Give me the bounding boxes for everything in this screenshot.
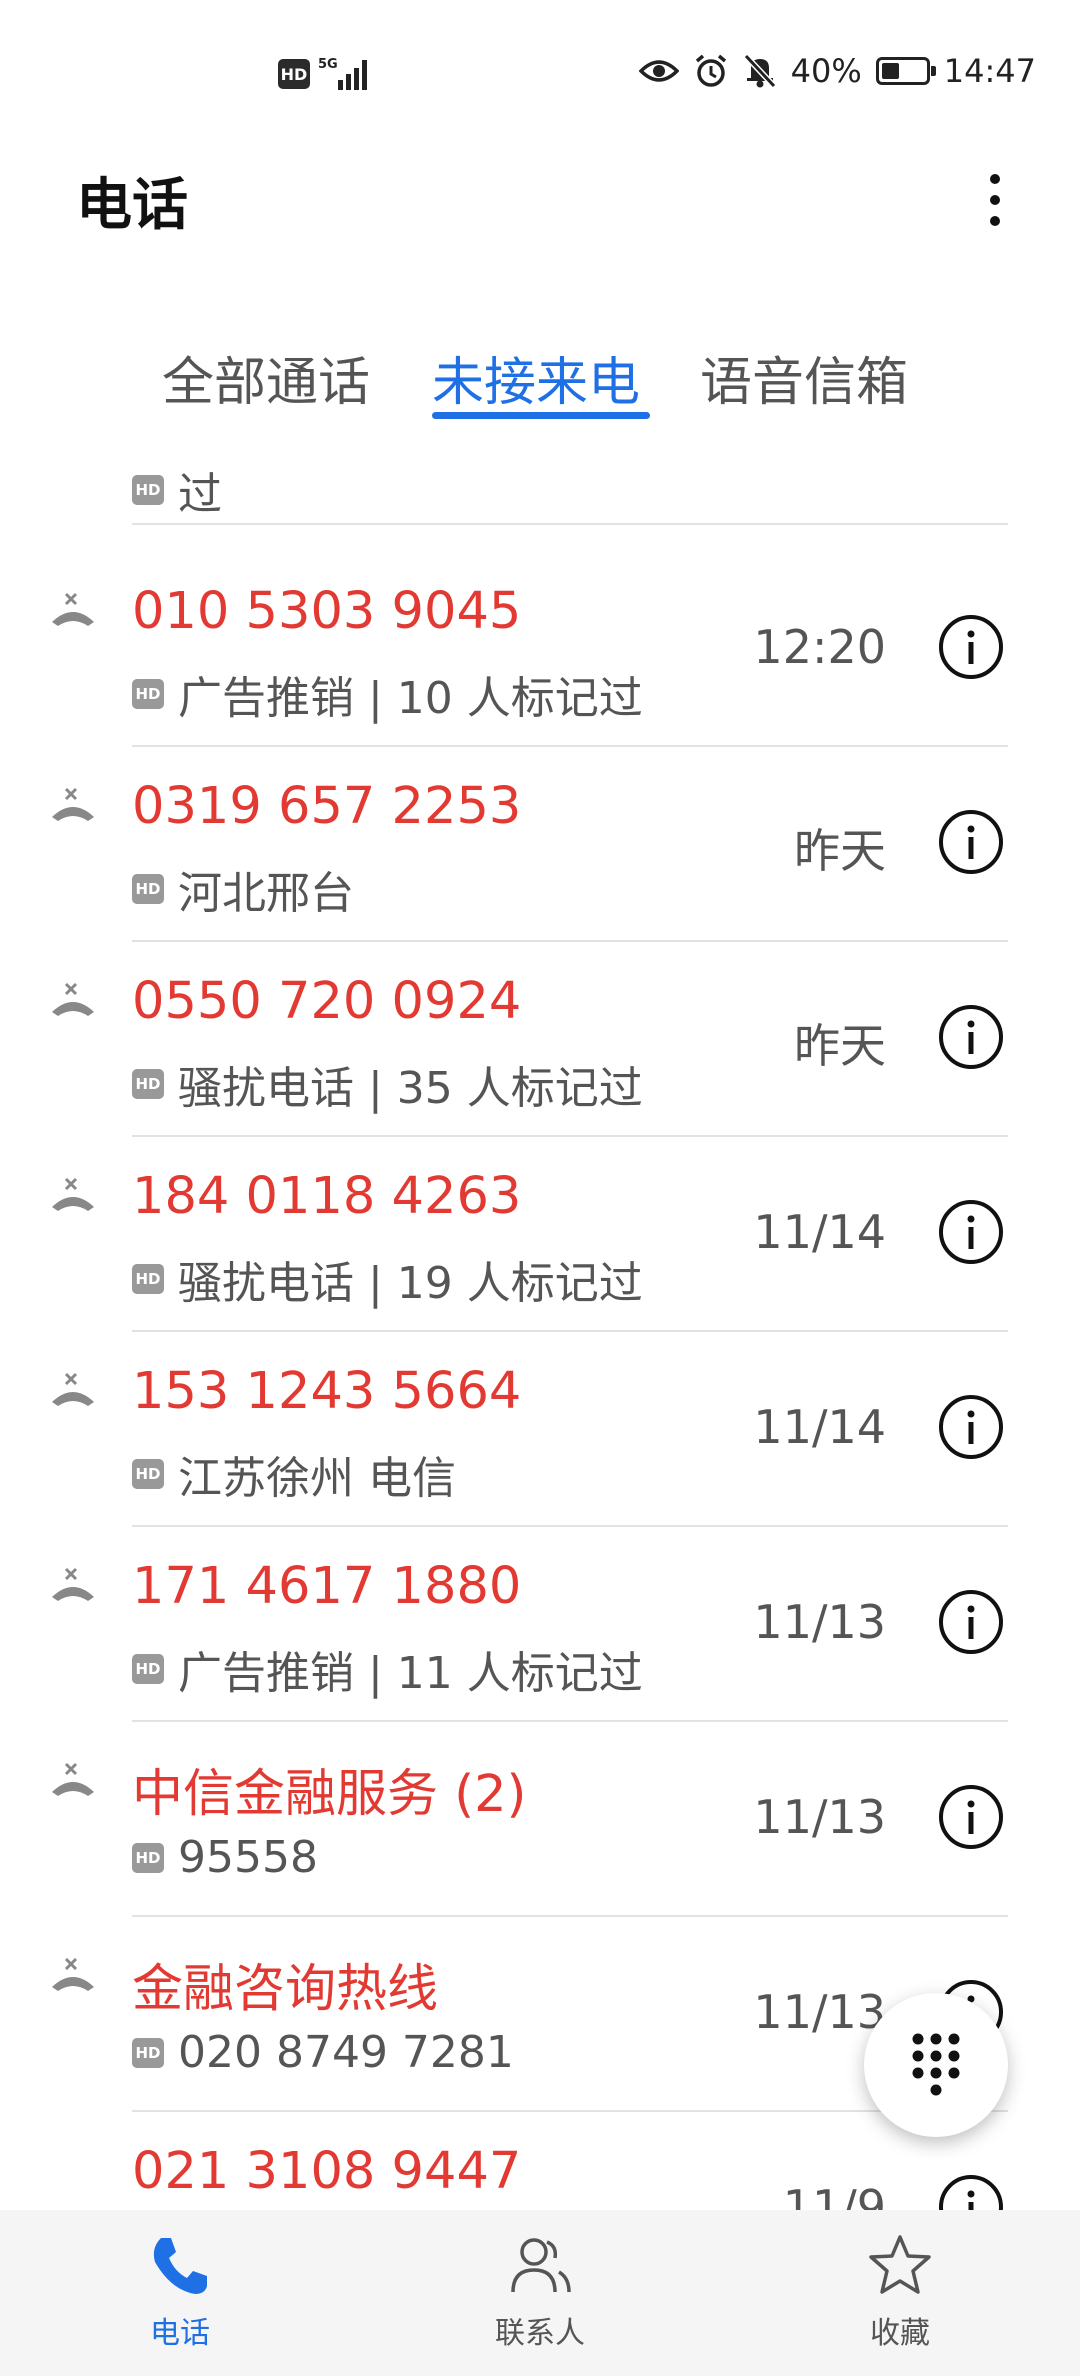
contacts-icon (511, 2238, 571, 2293)
signal-5g-icon: 5G (318, 57, 367, 90)
status-bar: HD 5G 40% 14:47 (0, 0, 1080, 150)
missed-call-icon (52, 787, 94, 821)
nav-contacts[interactable]: 联系人 (440, 2232, 640, 2362)
hd-badge-icon: HD (132, 1842, 164, 1873)
missed-calls-list: HD 过 010 5303 9045 HD 广告推销 | 10 人标记过 12:… (0, 430, 1080, 2210)
hd-badge-icon: HD (132, 1654, 164, 1684)
call-subtitle: HD 江苏徐州 电信 (132, 1442, 456, 1506)
call-time: 11/13 (753, 1790, 886, 1844)
caller-name: 金融咨询热线 (132, 1960, 439, 2019)
missed-call-icon (52, 592, 94, 626)
call-row[interactable]: 0319 657 2253 HD 河北邢台 昨天 (0, 747, 1080, 942)
missed-call-icon (52, 982, 94, 1016)
call-subtitle: HD 河北邢台 (132, 857, 354, 921)
info-icon[interactable] (938, 1394, 1004, 1460)
caller-name: 010 5303 9045 (132, 582, 522, 641)
caller-name: 0550 720 0924 (132, 972, 522, 1031)
tab-missed-calls[interactable]: 未接来电 (432, 340, 640, 415)
caller-name: 中信金融服务 (2) (132, 1765, 527, 1824)
muted-bell-icon (743, 53, 776, 89)
dialpad-button[interactable] (864, 1993, 1008, 2137)
nav-phone[interactable]: 电话 (80, 2232, 280, 2362)
star-icon (869, 2235, 931, 2294)
tab-voicemail[interactable]: 语音信箱 (700, 340, 908, 415)
call-row[interactable]: 中信金融服务 (2) HD 95558 11/13 (0, 1722, 1080, 1917)
call-subtitle: HD 020 8749 7281 (132, 2027, 514, 2078)
hd-badge-icon: HD (132, 1069, 164, 1099)
info-icon[interactable] (938, 809, 1004, 875)
caller-name: 184 0118 4263 (132, 1167, 522, 1226)
active-tab-indicator (432, 412, 650, 419)
hd-badge-icon: HD (132, 475, 164, 505)
call-row[interactable]: HD 过 (0, 430, 1080, 525)
hd-badge-icon: HD (132, 1264, 164, 1294)
more-dot-icon (990, 195, 1000, 205)
nav-favorites[interactable]: 收藏 (800, 2232, 1000, 2362)
info-icon[interactable] (938, 2174, 1004, 2210)
call-time: 11/13 (753, 1985, 886, 2039)
page-title: 电话 (76, 173, 188, 238)
svg-text:5G: 5G (318, 57, 338, 72)
hd-badge-icon: HD (132, 2037, 164, 2068)
call-subtitle: HD 广告推销 | 11 人标记过 (132, 1637, 643, 1701)
eye-icon (638, 60, 679, 82)
info-icon[interactable] (938, 1589, 1004, 1655)
tab-all-calls[interactable]: 全部通话 (162, 340, 370, 415)
call-subtitle: HD 过 (132, 458, 222, 522)
call-tabs: 全部通话 未接来电 语音信箱 (0, 320, 1080, 430)
caller-name: 0319 657 2253 (132, 777, 522, 836)
status-icons: 40% 14:47 (638, 52, 1036, 90)
info-icon[interactable] (938, 1004, 1004, 1070)
hd-icon: HD (278, 59, 310, 89)
hd-badge-icon: HD (132, 1459, 164, 1489)
call-row[interactable]: 010 5303 9045 HD 广告推销 | 10 人标记过 12:20 (0, 552, 1080, 747)
call-subtitle: HD 广告推销 | 10 人标记过 (132, 662, 643, 726)
call-subtitle: HD 骚扰电话 | 19 人标记过 (132, 1247, 643, 1311)
caller-name: 171 4617 1880 (132, 1557, 522, 1616)
call-time: 11/14 (753, 1205, 886, 1259)
call-time: 昨天 (794, 1019, 886, 1073)
call-time: 11/9 (782, 2180, 886, 2210)
call-time: 11/14 (753, 1400, 886, 1454)
caller-name: 021 3108 9447 (132, 2142, 522, 2201)
missed-call-icon (52, 1177, 94, 1211)
battery-level (881, 63, 899, 79)
more-dot-icon (990, 216, 1000, 226)
missed-call-icon (52, 1957, 94, 1991)
alarm-icon (695, 54, 726, 87)
more-dot-icon (990, 174, 1000, 184)
hd-badge-icon: HD (132, 679, 164, 709)
call-time: 昨天 (794, 824, 886, 878)
call-time: 12:20 (753, 620, 886, 674)
caller-name: 153 1243 5664 (132, 1362, 522, 1421)
row-divider (132, 523, 1008, 525)
call-row[interactable]: 153 1243 5664 HD 江苏徐州 电信 11/14 (0, 1332, 1080, 1527)
call-row[interactable]: 0550 720 0924 HD 骚扰电话 | 35 人标记过 昨天 (0, 942, 1080, 1137)
call-row[interactable]: 184 0118 4263 HD 骚扰电话 | 19 人标记过 11/14 (0, 1137, 1080, 1332)
more-options-button[interactable] (960, 160, 1030, 240)
bottom-navigation: 电话 联系人 收藏 (0, 2210, 1080, 2376)
info-icon[interactable] (938, 1199, 1004, 1265)
battery-icon (875, 57, 936, 85)
call-subtitle: HD 骚扰电话 | 35 人标记过 (132, 1052, 643, 1116)
info-icon[interactable] (938, 1784, 1004, 1850)
battery-percent: 40% (790, 52, 862, 90)
status-time: 14:47 (943, 52, 1036, 90)
dialpad-icon (912, 2033, 960, 2096)
network-indicators: HD 5G (278, 56, 376, 92)
missed-call-icon (52, 1567, 94, 1601)
phone-icon (153, 2238, 207, 2294)
missed-call-icon (52, 1762, 94, 1796)
call-time: 11/13 (753, 1595, 886, 1649)
call-subtitle: HD 95558 (132, 1832, 318, 1883)
missed-call-icon (52, 1372, 94, 1406)
call-row[interactable]: 171 4617 1880 HD 广告推销 | 11 人标记过 11/13 (0, 1527, 1080, 1722)
info-icon[interactable] (938, 614, 1004, 680)
hd-badge-icon: HD (132, 874, 164, 904)
